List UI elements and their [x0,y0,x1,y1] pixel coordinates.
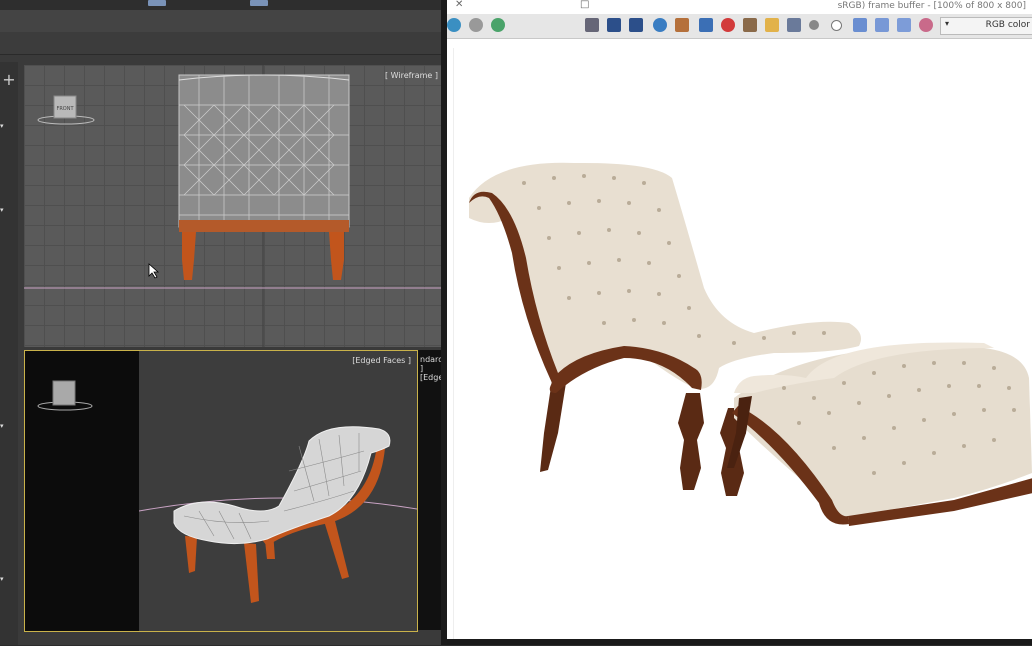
side-viewport-strip[interactable]: ndard ] [Edged [418,350,448,630]
rollout-toggle[interactable]: ▾ [0,206,16,214]
viewcube-label: FRONT [56,106,74,112]
close-icon[interactable]: ✕ [455,0,463,10]
perspective-viewport[interactable]: [Edged Faces ] [139,350,418,632]
front-viewport[interactable]: FRONT [ Wireframe ] [24,65,442,347]
rendered-chaise [469,162,862,393]
create-plus-icon[interactable]: + [2,72,16,88]
viewcube-icon[interactable] [25,351,139,631]
restore-icon[interactable]: □ [580,0,589,10]
command-panel [0,62,18,645]
white-dot-icon[interactable] [831,20,842,31]
front-viewport-scene: FRONT [24,65,442,347]
frame-buffer-title-bar: ✕ □ sRGB) frame buffer - [100% of 800 x … [447,0,1032,14]
viewcube-icon[interactable]: FRONT [37,95,95,125]
copy-image-icon[interactable] [469,18,483,32]
mono-icon[interactable] [853,18,867,32]
channel-select-value: RGB color [985,20,1030,30]
max-title-bar [0,10,442,32]
viewport-label[interactable]: [ Wireframe ] [385,71,438,80]
rendered-chaise-image [469,162,1032,526]
frame-buffer-title: sRGB) frame buffer - [100% of 800 x 800] [837,1,1026,11]
reset-icon[interactable] [585,18,599,32]
region-render-icon[interactable] [675,18,689,32]
clear-icon[interactable] [653,18,667,32]
frame-buffer-toolbar: ▾ RGB color [447,14,1032,39]
channel-select[interactable]: ▾ RGB color [940,17,1032,35]
grey-dot-icon[interactable] [809,20,819,30]
frame-buffer-bottom-edge [447,639,1032,645]
rendered-ottoman [720,342,1032,526]
chair-wireframe-front[interactable] [178,74,350,280]
render-canvas[interactable] [453,48,1032,642]
zoom-icon[interactable] [607,18,621,32]
menu-button[interactable] [250,0,268,6]
max-ribbon [0,32,442,55]
rgb-green-icon[interactable] [875,18,889,32]
rollout-toggle[interactable]: ▾ [0,422,16,430]
rgb-red-icon[interactable] [897,18,911,32]
track-mouse-icon[interactable] [629,18,643,32]
mouse-cursor-icon [148,263,160,279]
menu-button[interactable] [148,0,166,6]
viewport-label[interactable]: [Edged Faces ] [352,356,411,365]
stop-render-icon[interactable] [721,18,735,32]
color-picker-icon[interactable] [919,18,933,32]
chaise-wireframe-perspective[interactable] [173,426,391,603]
clone-window-icon[interactable] [491,18,505,32]
save-icon[interactable] [787,18,801,32]
chevron-down-icon: ▾ [945,19,950,28]
open-folder-icon[interactable] [765,18,779,32]
rollout-toggle[interactable]: ▾ [0,122,16,130]
rollout-toggle[interactable]: ▾ [0,575,16,583]
save-image-icon[interactable] [447,18,461,32]
frame-buffer-window: ✕ □ sRGB) frame buffer - [100% of 800 x … [447,0,1032,645]
track-mouse-icon[interactable] [699,18,713,32]
perspective-viewport-left-area[interactable] [24,350,140,632]
load-icon[interactable] [743,18,757,32]
max-menu-strip [0,0,442,10]
perspective-viewport-scene [139,426,417,603]
